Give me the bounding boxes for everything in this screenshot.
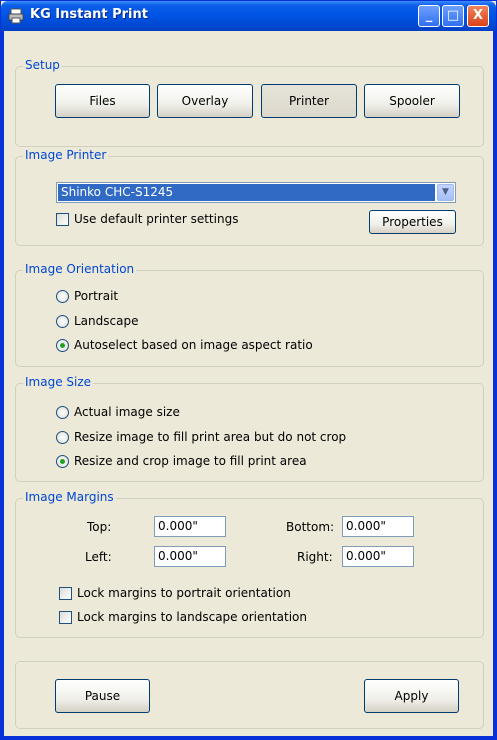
- resize-crop-label: Resize and crop image to fill print area: [74, 454, 307, 468]
- title-bar[interactable]: KG Instant Print _ □ X: [1, 1, 496, 31]
- lock-landscape-checkbox[interactable]: Lock margins to landscape orientation: [59, 610, 307, 624]
- image-size-group: Image Size Actual image size Resize imag…: [15, 375, 484, 482]
- image-printer-group-title: Image Printer: [23, 148, 109, 162]
- actual-size-label: Actual image size: [74, 405, 180, 419]
- default-printer-settings-checkbox[interactable]: Use default printer settings: [56, 212, 238, 226]
- size-resize-no-crop-radio[interactable]: Resize image to fill print area but do n…: [56, 430, 346, 444]
- printer-button[interactable]: Printer: [261, 84, 357, 118]
- autoselect-label: Autoselect based on image aspect ratio: [74, 338, 313, 352]
- pause-button[interactable]: Pause: [55, 679, 150, 713]
- app-window: KG Instant Print _ □ X Setup Files Overl…: [0, 0, 497, 740]
- window-title: KG Instant Print: [30, 7, 148, 22]
- apply-button[interactable]: Apply: [364, 679, 459, 713]
- lock-landscape-label: Lock margins to landscape orientation: [77, 610, 307, 624]
- top-margin-input[interactable]: 0.000": [154, 516, 226, 537]
- minimize-button[interactable]: _: [418, 5, 440, 27]
- left-margin-label: Left:: [85, 550, 112, 564]
- maximize-icon: □: [446, 8, 460, 23]
- window-frame-right: [493, 31, 496, 739]
- size-resize-crop-radio[interactable]: Resize and crop image to fill print area: [56, 454, 307, 468]
- portrait-label: Portrait: [74, 289, 119, 303]
- radio-button[interactable]: [56, 405, 69, 419]
- window-frame-left: [1, 31, 4, 739]
- overlay-button[interactable]: Overlay: [157, 84, 253, 118]
- window-frame-bottom: [1, 736, 496, 739]
- orientation-autoselect-radio[interactable]: Autoselect based on image aspect ratio: [56, 338, 313, 352]
- footer-group: Pause Apply: [15, 661, 484, 729]
- resize-no-crop-label: Resize image to fill print area but do n…: [74, 430, 347, 444]
- orientation-landscape-radio[interactable]: Landscape: [56, 314, 138, 328]
- printer-select[interactable]: Shinko CHC-S1245 ▼: [56, 182, 456, 203]
- minimize-icon: _: [425, 8, 433, 23]
- checkbox-box[interactable]: [59, 610, 72, 624]
- default-printer-settings-label: Use default printer settings: [74, 212, 239, 226]
- image-size-group-title: Image Size: [23, 375, 94, 389]
- radio-button-selected[interactable]: [56, 338, 69, 352]
- image-printer-group: Image Printer Shinko CHC-S1245 ▼ Use def…: [15, 148, 484, 246]
- left-margin-input[interactable]: 0.000": [154, 546, 226, 567]
- image-margins-group: Image Margins Top: 0.000" Bottom: 0.000"…: [15, 490, 484, 638]
- image-orientation-group: Image Orientation Portrait Landscape Aut…: [15, 262, 484, 367]
- spooler-button[interactable]: Spooler: [364, 84, 460, 118]
- lock-portrait-label: Lock margins to portrait orientation: [77, 586, 291, 600]
- radio-button[interactable]: [56, 289, 69, 303]
- printer-select-value: Shinko CHC-S1245: [58, 184, 435, 201]
- chevron-down-icon[interactable]: ▼: [437, 184, 454, 201]
- bottom-margin-label: Bottom:: [286, 520, 335, 534]
- setup-group-title: Setup: [23, 58, 62, 72]
- checkbox-box[interactable]: [56, 212, 69, 226]
- image-orientation-group-title: Image Orientation: [23, 262, 137, 276]
- orientation-portrait-radio[interactable]: Portrait: [56, 289, 118, 303]
- right-margin-input[interactable]: 0.000": [342, 546, 414, 567]
- close-button[interactable]: X: [467, 5, 489, 27]
- setup-group: Setup Files Overlay Printer Spooler: [15, 58, 484, 147]
- radio-button[interactable]: [56, 314, 69, 328]
- landscape-label: Landscape: [74, 314, 139, 328]
- maximize-button[interactable]: □: [442, 5, 464, 27]
- properties-button[interactable]: Properties: [369, 210, 456, 234]
- right-margin-label: Right:: [297, 550, 333, 564]
- files-button[interactable]: Files: [55, 84, 150, 118]
- image-margins-group-title: Image Margins: [23, 490, 116, 504]
- top-margin-label: Top:: [87, 520, 112, 534]
- bottom-margin-input[interactable]: 0.000": [342, 516, 414, 537]
- checkbox-box[interactable]: [59, 586, 72, 600]
- close-icon: X: [472, 8, 484, 23]
- radio-button-selected[interactable]: [56, 454, 69, 468]
- size-actual-radio[interactable]: Actual image size: [56, 405, 180, 419]
- radio-button[interactable]: [56, 430, 69, 444]
- lock-portrait-checkbox[interactable]: Lock margins to portrait orientation: [59, 586, 291, 600]
- printer-app-icon: [8, 8, 24, 24]
